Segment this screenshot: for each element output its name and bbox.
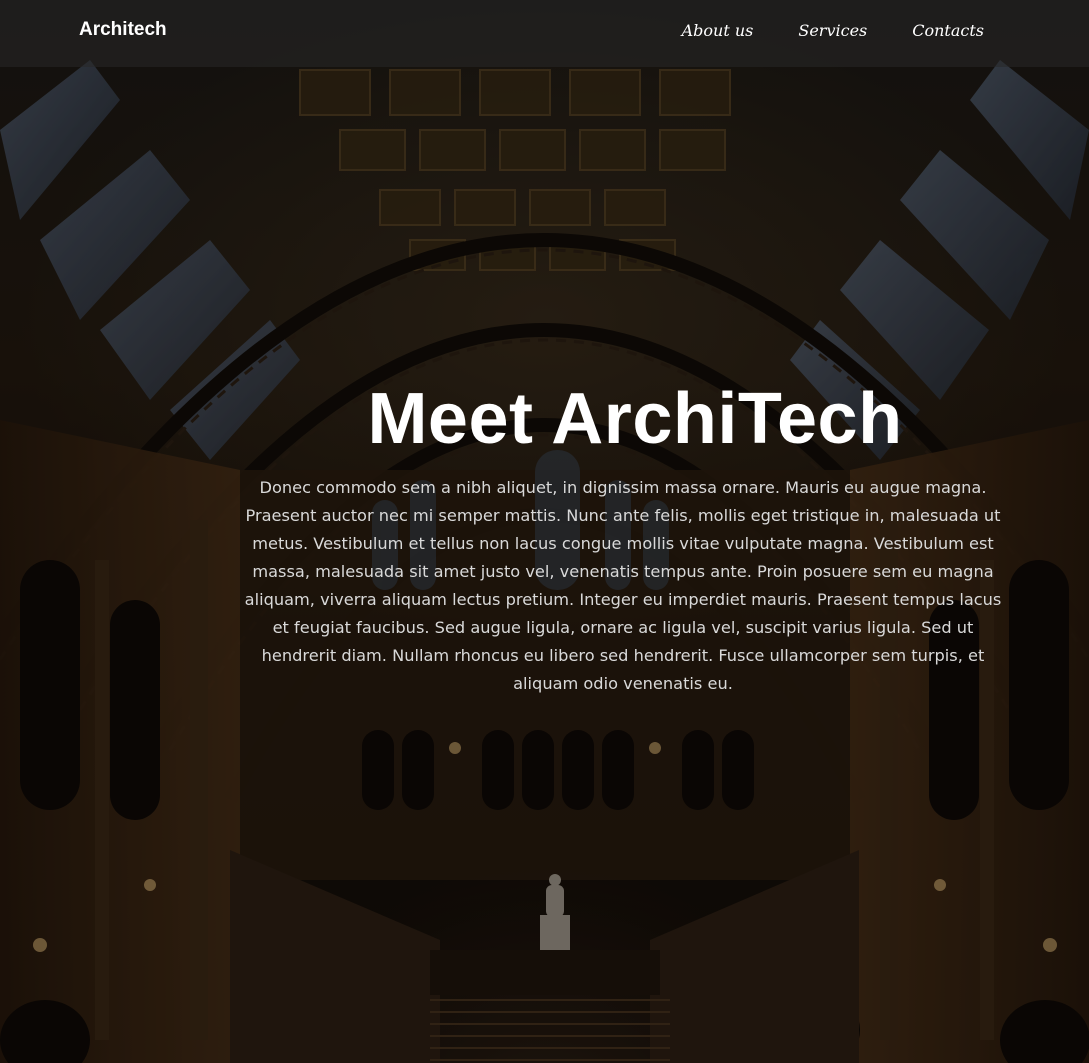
top-navbar: Architech About us Services Contacts — [0, 0, 1089, 67]
hero-description: Donec commodo sem a nibh aliquet, in dig… — [244, 477, 1002, 693]
hero-title: Meet ArchiTech — [367, 379, 903, 459]
nav-link-contacts[interactable]: Contacts — [912, 21, 984, 40]
nav-links: About us Services Contacts — [682, 21, 984, 40]
hero-content: Meet ArchiTech Donec commodo sem a nibh … — [238, 379, 1008, 698]
hero-section: Architech About us Services Contacts Mee… — [0, 0, 1089, 1063]
nav-link-services[interactable]: Services — [798, 21, 867, 40]
nav-link-about-us[interactable]: About us — [682, 21, 754, 40]
brand-logo[interactable]: Architech — [79, 19, 167, 41]
